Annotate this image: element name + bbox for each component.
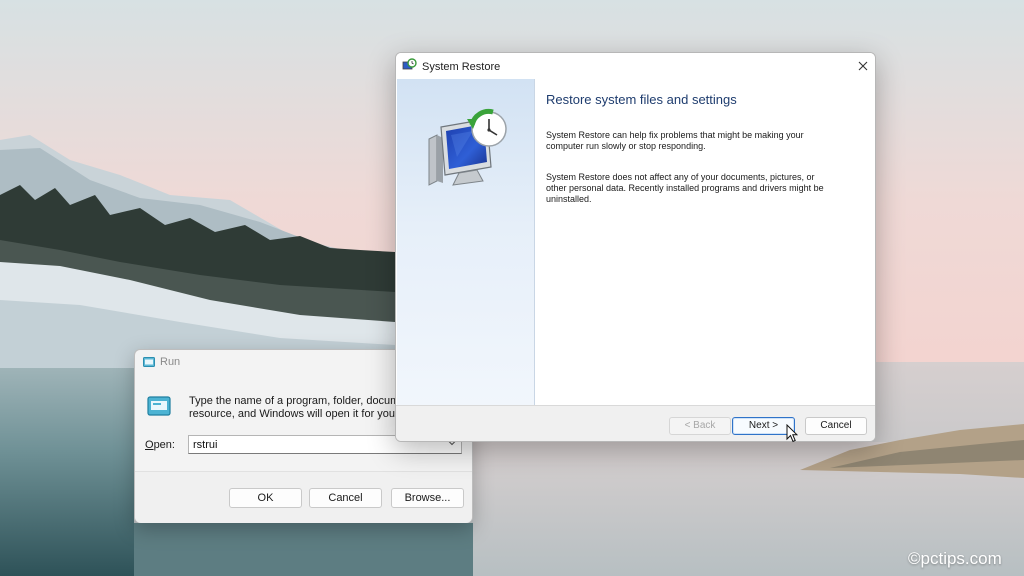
back-button[interactable]: < Back [669,417,731,435]
system-restore-icon [402,58,417,70]
browse-button[interactable]: Browse... [391,488,464,508]
cancel-button[interactable]: Cancel [309,488,382,508]
run-icon [147,396,171,416]
system-restore-sidebar [397,79,535,405]
watermark: ©pctips.com [908,549,1002,568]
system-restore-paragraph-1: System Restore can help fix problems tha… [546,130,804,151]
system-restore-paragraph-2: System Restore does not affect any of yo… [546,172,824,204]
ok-button[interactable]: OK [229,488,302,508]
system-restore-window: System Restore Restore system files and … [395,52,876,442]
mouse-cursor-icon [786,424,798,443]
system-restore-heading: Restore system files and settings [546,92,737,107]
run-title: Run [160,356,181,368]
close-icon[interactable] [852,57,874,75]
system-restore-title: System Restore [422,61,501,73]
run-button-bar: OK Cancel Browse... [135,471,472,523]
system-restore-button-bar: < Back Next > Cancel [396,405,875,441]
system-restore-titlebar[interactable]: System Restore [396,53,875,79]
system-restore-icon [428,108,507,186]
cancel-button[interactable]: Cancel [805,417,867,435]
open-label: Open: [145,439,175,451]
run-icon [143,357,155,367]
